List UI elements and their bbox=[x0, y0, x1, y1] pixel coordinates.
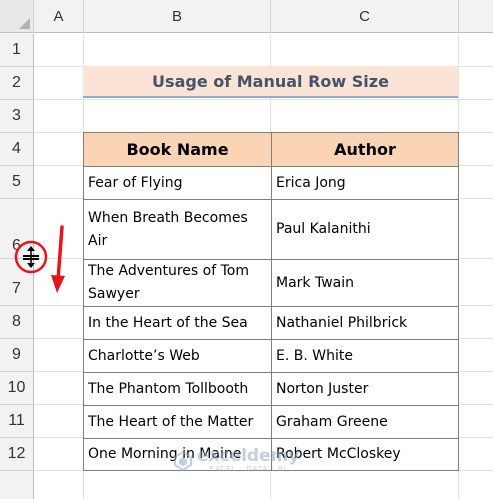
table-cell-author[interactable]: Graham Greene bbox=[271, 405, 459, 438]
table-header-author[interactable]: Author bbox=[271, 132, 459, 166]
watermark-tagline: EXCEL · DATA · BI bbox=[209, 465, 287, 473]
table-cell-book[interactable]: The Adventures of Tom Sawyer bbox=[83, 259, 271, 306]
row-header-4[interactable]: 4 bbox=[0, 133, 34, 166]
exceldemy-logo-icon bbox=[174, 450, 192, 471]
sheet-title[interactable]: Usage of Manual Row Size bbox=[83, 66, 458, 98]
table-header-book-name[interactable]: Book Name bbox=[83, 132, 271, 166]
table-cell-book[interactable]: When Breath Becomes Air bbox=[83, 199, 271, 259]
row-header-11[interactable]: 11 bbox=[0, 405, 34, 438]
watermark-name: exceldemy bbox=[197, 446, 300, 466]
row-header-9[interactable]: 9 bbox=[0, 339, 34, 372]
gridline-row-2 bbox=[34, 99, 493, 100]
row-header-12[interactable]: 12 bbox=[0, 438, 34, 471]
table-cell-author[interactable]: Nathaniel Philbrick bbox=[271, 306, 459, 339]
row-header-10[interactable]: 10 bbox=[0, 372, 34, 405]
row-header-1[interactable]: 1 bbox=[0, 34, 34, 67]
row-header-2[interactable]: 2 bbox=[0, 67, 34, 100]
column-header-a[interactable]: A bbox=[34, 0, 84, 33]
table-cell-author[interactable]: E. B. White bbox=[271, 339, 459, 372]
row-header-13-partial[interactable] bbox=[0, 471, 34, 499]
select-all-triangle-icon bbox=[19, 18, 30, 29]
column-header-b[interactable]: B bbox=[84, 0, 271, 33]
column-header-c[interactable]: C bbox=[271, 0, 459, 33]
row-header-5[interactable]: 5 bbox=[0, 166, 34, 199]
row-header-8[interactable]: 8 bbox=[0, 306, 34, 339]
column-header-d-partial[interactable] bbox=[459, 0, 493, 33]
table-cell-book[interactable]: In the Heart of the Sea bbox=[83, 306, 271, 339]
table-cell-author[interactable]: Erica Jong bbox=[271, 166, 459, 199]
table-cell-author[interactable]: Mark Twain bbox=[271, 259, 459, 306]
table-cell-book[interactable]: The Heart of the Matter bbox=[83, 405, 271, 438]
table-cell-author[interactable]: Norton Juster bbox=[271, 372, 459, 405]
table-cell-author[interactable]: Paul Kalanithi bbox=[271, 199, 459, 259]
exceldemy-watermark: exceldemy EXCEL · DATA · BI bbox=[172, 448, 299, 473]
row-resize-cursor-icon[interactable] bbox=[22, 246, 40, 268]
table-cell-book[interactable]: Fear of Flying bbox=[83, 166, 271, 199]
table-cell-book[interactable]: The Phantom Tollbooth bbox=[83, 372, 271, 405]
table-cell-book[interactable]: Charlotte’s Web bbox=[83, 339, 271, 372]
down-arrow-icon bbox=[51, 225, 65, 293]
row-header-3[interactable]: 3 bbox=[0, 100, 34, 133]
select-all-corner[interactable] bbox=[0, 0, 34, 33]
